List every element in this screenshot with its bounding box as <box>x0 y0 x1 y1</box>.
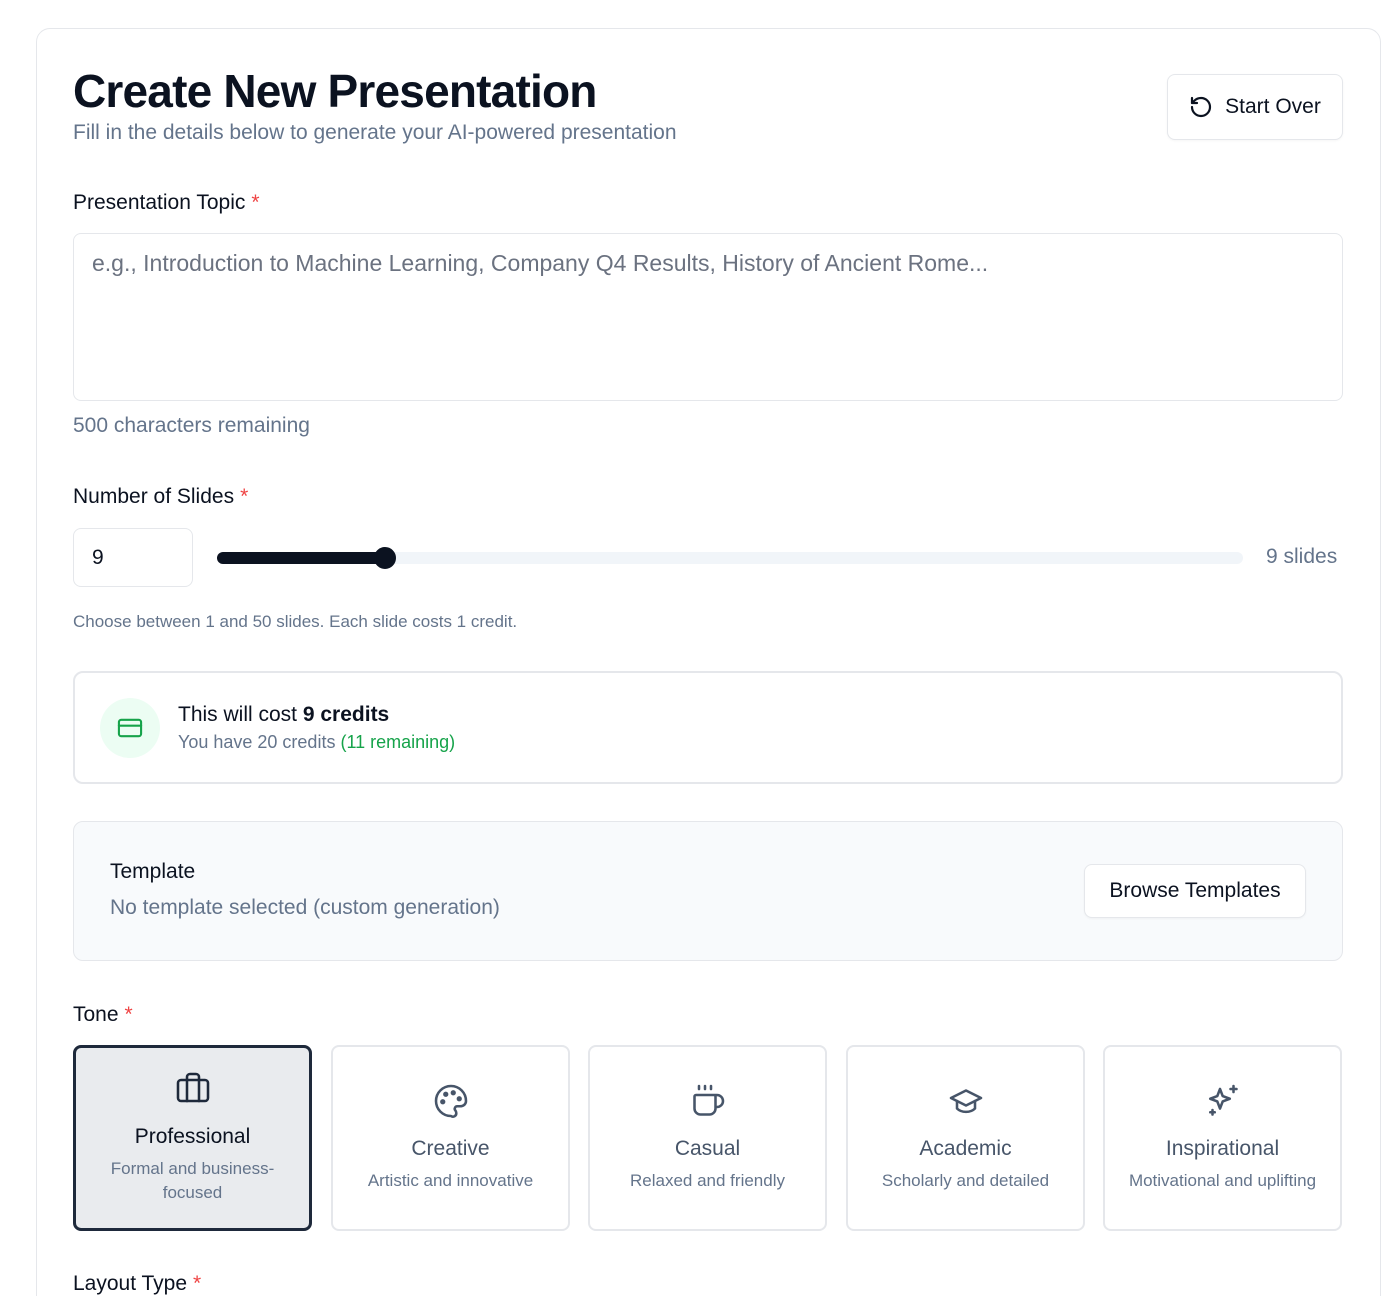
slider-thumb[interactable] <box>374 547 396 569</box>
tone-label-text: Tone <box>73 1003 119 1026</box>
rotate-ccw-icon <box>1189 95 1213 119</box>
cost-credits: 9 credits <box>302 703 390 726</box>
template-status: No template selected (custom generation) <box>110 896 500 919</box>
tone-name: Professional <box>134 1125 251 1148</box>
required-asterisk: * <box>124 1003 133 1026</box>
tone-option-creative[interactable]: Creative Artistic and innovative <box>331 1045 570 1231</box>
tone-option-academic[interactable]: Academic Scholarly and detailed <box>846 1045 1085 1231</box>
cost-remaining: (11 remaining) <box>340 732 456 752</box>
tone-description: Relaxed and friendly <box>630 1171 785 1190</box>
required-asterisk: * <box>251 191 260 214</box>
tone-description: Artistic and innovative <box>367 1171 534 1190</box>
cost-title: This will cost 9 credits <box>178 703 389 727</box>
tone-description: Formal and business-focused <box>110 1159 275 1202</box>
tone-label: Tone * <box>73 1003 133 1027</box>
briefcase-icon <box>175 1071 211 1107</box>
slides-hint: Choose between 1 and 50 slides. Each sli… <box>73 612 518 631</box>
credit-icon-badge <box>100 698 160 758</box>
topic-textarea[interactable] <box>73 233 1343 401</box>
slides-label: Number of Slides * <box>73 485 248 509</box>
cost-balance-prefix: You have 20 credits <box>178 732 341 752</box>
tone-option-inspirational[interactable]: Inspirational Motivational and uplifting <box>1103 1045 1342 1231</box>
page-subtitle: Fill in the details below to generate yo… <box>73 121 677 144</box>
coffee-icon <box>690 1083 726 1119</box>
tone-name: Inspirational <box>1165 1137 1280 1160</box>
credit-cost-box <box>73 671 1343 784</box>
characters-remaining: 500 characters remaining <box>73 414 310 437</box>
layout-type-label-text: Layout Type <box>73 1272 188 1295</box>
credit-card-icon <box>116 714 144 742</box>
page-title: Create New Presentation <box>73 65 597 117</box>
slides-label-text: Number of Slides <box>73 485 235 508</box>
tone-description: Motivational and uplifting <box>1128 1171 1317 1190</box>
slides-count: 9 slides <box>1266 545 1338 568</box>
required-asterisk: * <box>240 485 249 508</box>
start-over-label: Start Over <box>1225 95 1321 118</box>
palette-icon <box>433 1083 469 1119</box>
graduation-cap-icon <box>948 1083 984 1119</box>
tone-name: Casual <box>674 1137 741 1160</box>
tone-option-professional[interactable]: Professional Formal and business-focused <box>73 1045 312 1231</box>
topic-label: Presentation Topic * <box>73 191 260 215</box>
start-over-button[interactable]: Start Over <box>1167 74 1343 140</box>
slider-fill <box>217 552 390 564</box>
cost-balance: You have 20 credits (11 remaining) <box>178 732 455 753</box>
tone-name: Creative <box>411 1137 490 1160</box>
template-title: Template <box>110 860 196 883</box>
slides-number-input[interactable] <box>73 528 193 587</box>
layout-type-label: Layout Type * <box>73 1272 201 1296</box>
tone-option-casual[interactable]: Casual Relaxed and friendly <box>588 1045 827 1231</box>
tone-name: Academic <box>919 1137 1012 1160</box>
slides-slider[interactable] <box>217 547 1243 569</box>
sparkles-icon <box>1205 1083 1241 1119</box>
required-asterisk: * <box>193 1272 202 1295</box>
topic-label-text: Presentation Topic <box>73 191 246 214</box>
cost-title-prefix: This will cost <box>178 703 303 726</box>
browse-templates-button[interactable]: Browse Templates <box>1084 864 1306 918</box>
tone-description: Scholarly and detailed <box>881 1171 1050 1190</box>
